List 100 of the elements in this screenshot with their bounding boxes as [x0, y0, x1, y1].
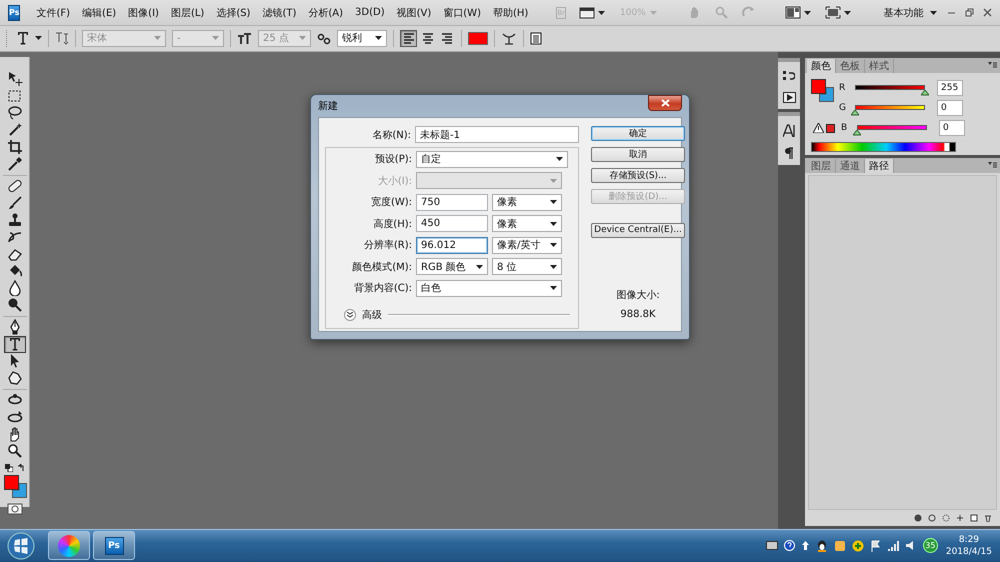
workspace-dropdown[interactable]: 基本功能 [884, 6, 937, 20]
dialog-button[interactable]: 确定 [591, 126, 685, 141]
keyboard-icon[interactable] [766, 541, 778, 550]
menu-item[interactable]: 视图(V) [390, 6, 438, 20]
align-button[interactable] [400, 30, 417, 46]
panel-tab[interactable]: 色板 [836, 58, 865, 73]
menu-item[interactable]: 帮助(H) [486, 6, 534, 20]
menu-item[interactable]: 分析(A) [302, 6, 350, 20]
quick-mask-icon[interactable] [6, 502, 22, 515]
gamut-swatch-icon [826, 124, 835, 133]
text-field[interactable]: 450 [416, 215, 488, 232]
menu-item[interactable]: 文件(F) [30, 6, 76, 20]
character-icon[interactable] [783, 124, 795, 137]
caret-icon [550, 200, 557, 204]
field-label: 预设(P): [374, 153, 412, 166]
image-size-value: 988.8K [620, 308, 656, 320]
wand-icon [6, 122, 22, 138]
help-icon[interactable] [784, 540, 795, 552]
channel-value-field[interactable]: 0 [937, 100, 963, 116]
default-colors-icon[interactable] [4, 464, 12, 472]
caret-icon [212, 36, 219, 40]
unit-dropdown[interactable]: 像素 [492, 215, 562, 232]
taskbar-app-button[interactable]: Ps [93, 531, 135, 560]
menu-item[interactable]: 图层(L) [164, 6, 210, 20]
slider-thumb-icon [853, 130, 861, 136]
close-icon[interactable] [982, 8, 992, 17]
menu-item[interactable]: 图像(I) [122, 6, 165, 20]
dialog-button[interactable]: 存储预设(S)... [591, 168, 685, 183]
warning-icon [813, 123, 824, 134]
selection-icon[interactable] [942, 514, 950, 522]
text-field[interactable]: 未标题-1 [415, 126, 579, 144]
tool-button[interactable] [4, 336, 26, 353]
text-color-swatch[interactable] [468, 32, 488, 44]
dropdown-field[interactable]: RGB 颜色 [416, 258, 488, 276]
restore-icon[interactable] [964, 8, 974, 17]
menu-item[interactable]: 滤镜(T) [256, 6, 302, 20]
mask-icon[interactable] [956, 514, 964, 522]
counter-badge[interactable]: 35 [922, 538, 938, 554]
text-field[interactable]: 96.012 [416, 236, 488, 254]
dropdown-field[interactable]: 白色 [416, 280, 562, 297]
marquee-icon [6, 88, 22, 104]
panels-icon[interactable] [530, 32, 542, 44]
channel-value-field[interactable]: 255 [937, 80, 963, 96]
extras-button[interactable] [579, 6, 605, 18]
caret-icon [154, 36, 161, 40]
app-tray-icon[interactable] [834, 540, 846, 552]
text-orientation-icon[interactable] [55, 31, 69, 45]
align-icon [440, 31, 454, 45]
start-button[interactable] [6, 530, 36, 561]
panel-menu-icon[interactable] [988, 162, 997, 168]
swap-icon[interactable] [16, 464, 24, 472]
menu-item[interactable]: 编辑(E) [76, 6, 122, 20]
caret-icon [476, 264, 483, 269]
trash-icon[interactable] [984, 514, 992, 522]
flag-icon[interactable] [870, 540, 881, 552]
caret-icon [556, 157, 563, 162]
tool-preset-button[interactable] [15, 30, 42, 46]
menu-item[interactable]: 选择(S) [210, 6, 256, 20]
clock[interactable]: 8:29 2018/4/15 [946, 534, 992, 558]
panel-tab[interactable]: 路径 [865, 158, 894, 173]
fill-path-icon[interactable] [914, 514, 922, 522]
plus-icon[interactable] [852, 540, 864, 552]
close-icon [660, 99, 670, 108]
foreground-color-swatch[interactable] [811, 78, 826, 94]
warp-text-icon[interactable] [501, 31, 517, 45]
panel-menu-icon[interactable] [988, 62, 997, 68]
menu-item[interactable]: 3D(D) [349, 7, 391, 18]
taskbar-app-button[interactable] [48, 531, 90, 560]
image-size-label: 图像大小: [616, 288, 660, 302]
dropdown-field[interactable]: 8 位 [492, 258, 562, 276]
unit-dropdown[interactable]: 像素/英寸 [492, 236, 562, 254]
dropdown-field[interactable]: 自定 [416, 150, 568, 168]
text-field[interactable]: 750 [416, 194, 488, 211]
channel-value-field[interactable]: 0 [939, 120, 965, 136]
type-icon [15, 30, 31, 46]
menu-item[interactable]: 窗口(W) [437, 6, 487, 20]
panel-tab[interactable]: 图层 [807, 158, 836, 173]
signal-icon[interactable] [886, 540, 899, 551]
app-logo[interactable]: Ps [8, 4, 20, 20]
new-page-icon[interactable] [970, 514, 978, 522]
arrange-button[interactable] [784, 6, 811, 19]
paragraph-icon[interactable] [784, 146, 794, 159]
dialog-button[interactable]: 取消 [591, 146, 685, 162]
unit-dropdown[interactable]: 像素 [492, 194, 562, 211]
expand-button[interactable] [344, 308, 356, 321]
panel-tab[interactable]: 颜色 [807, 58, 836, 73]
double-chevron-icon [347, 312, 353, 318]
slider-thumb-icon [851, 110, 859, 116]
dialog-button[interactable]: Device Central(E)... [591, 222, 685, 238]
section-label: 高级 [362, 308, 382, 322]
close-button[interactable] [648, 95, 682, 112]
stroke-path-icon[interactable] [928, 514, 936, 522]
panel-tab[interactable]: 样式 [865, 58, 894, 73]
actions-icon[interactable] [782, 92, 796, 103]
anti-alias-dropdown[interactable]: 锐利 [337, 30, 387, 46]
anti-alias-icon [317, 32, 331, 44]
screen-mode-button[interactable] [824, 6, 851, 19]
color-spectrum-bar[interactable] [811, 142, 956, 152]
foreground-color-swatch[interactable] [4, 474, 18, 490]
history-icon[interactable] [783, 70, 795, 82]
